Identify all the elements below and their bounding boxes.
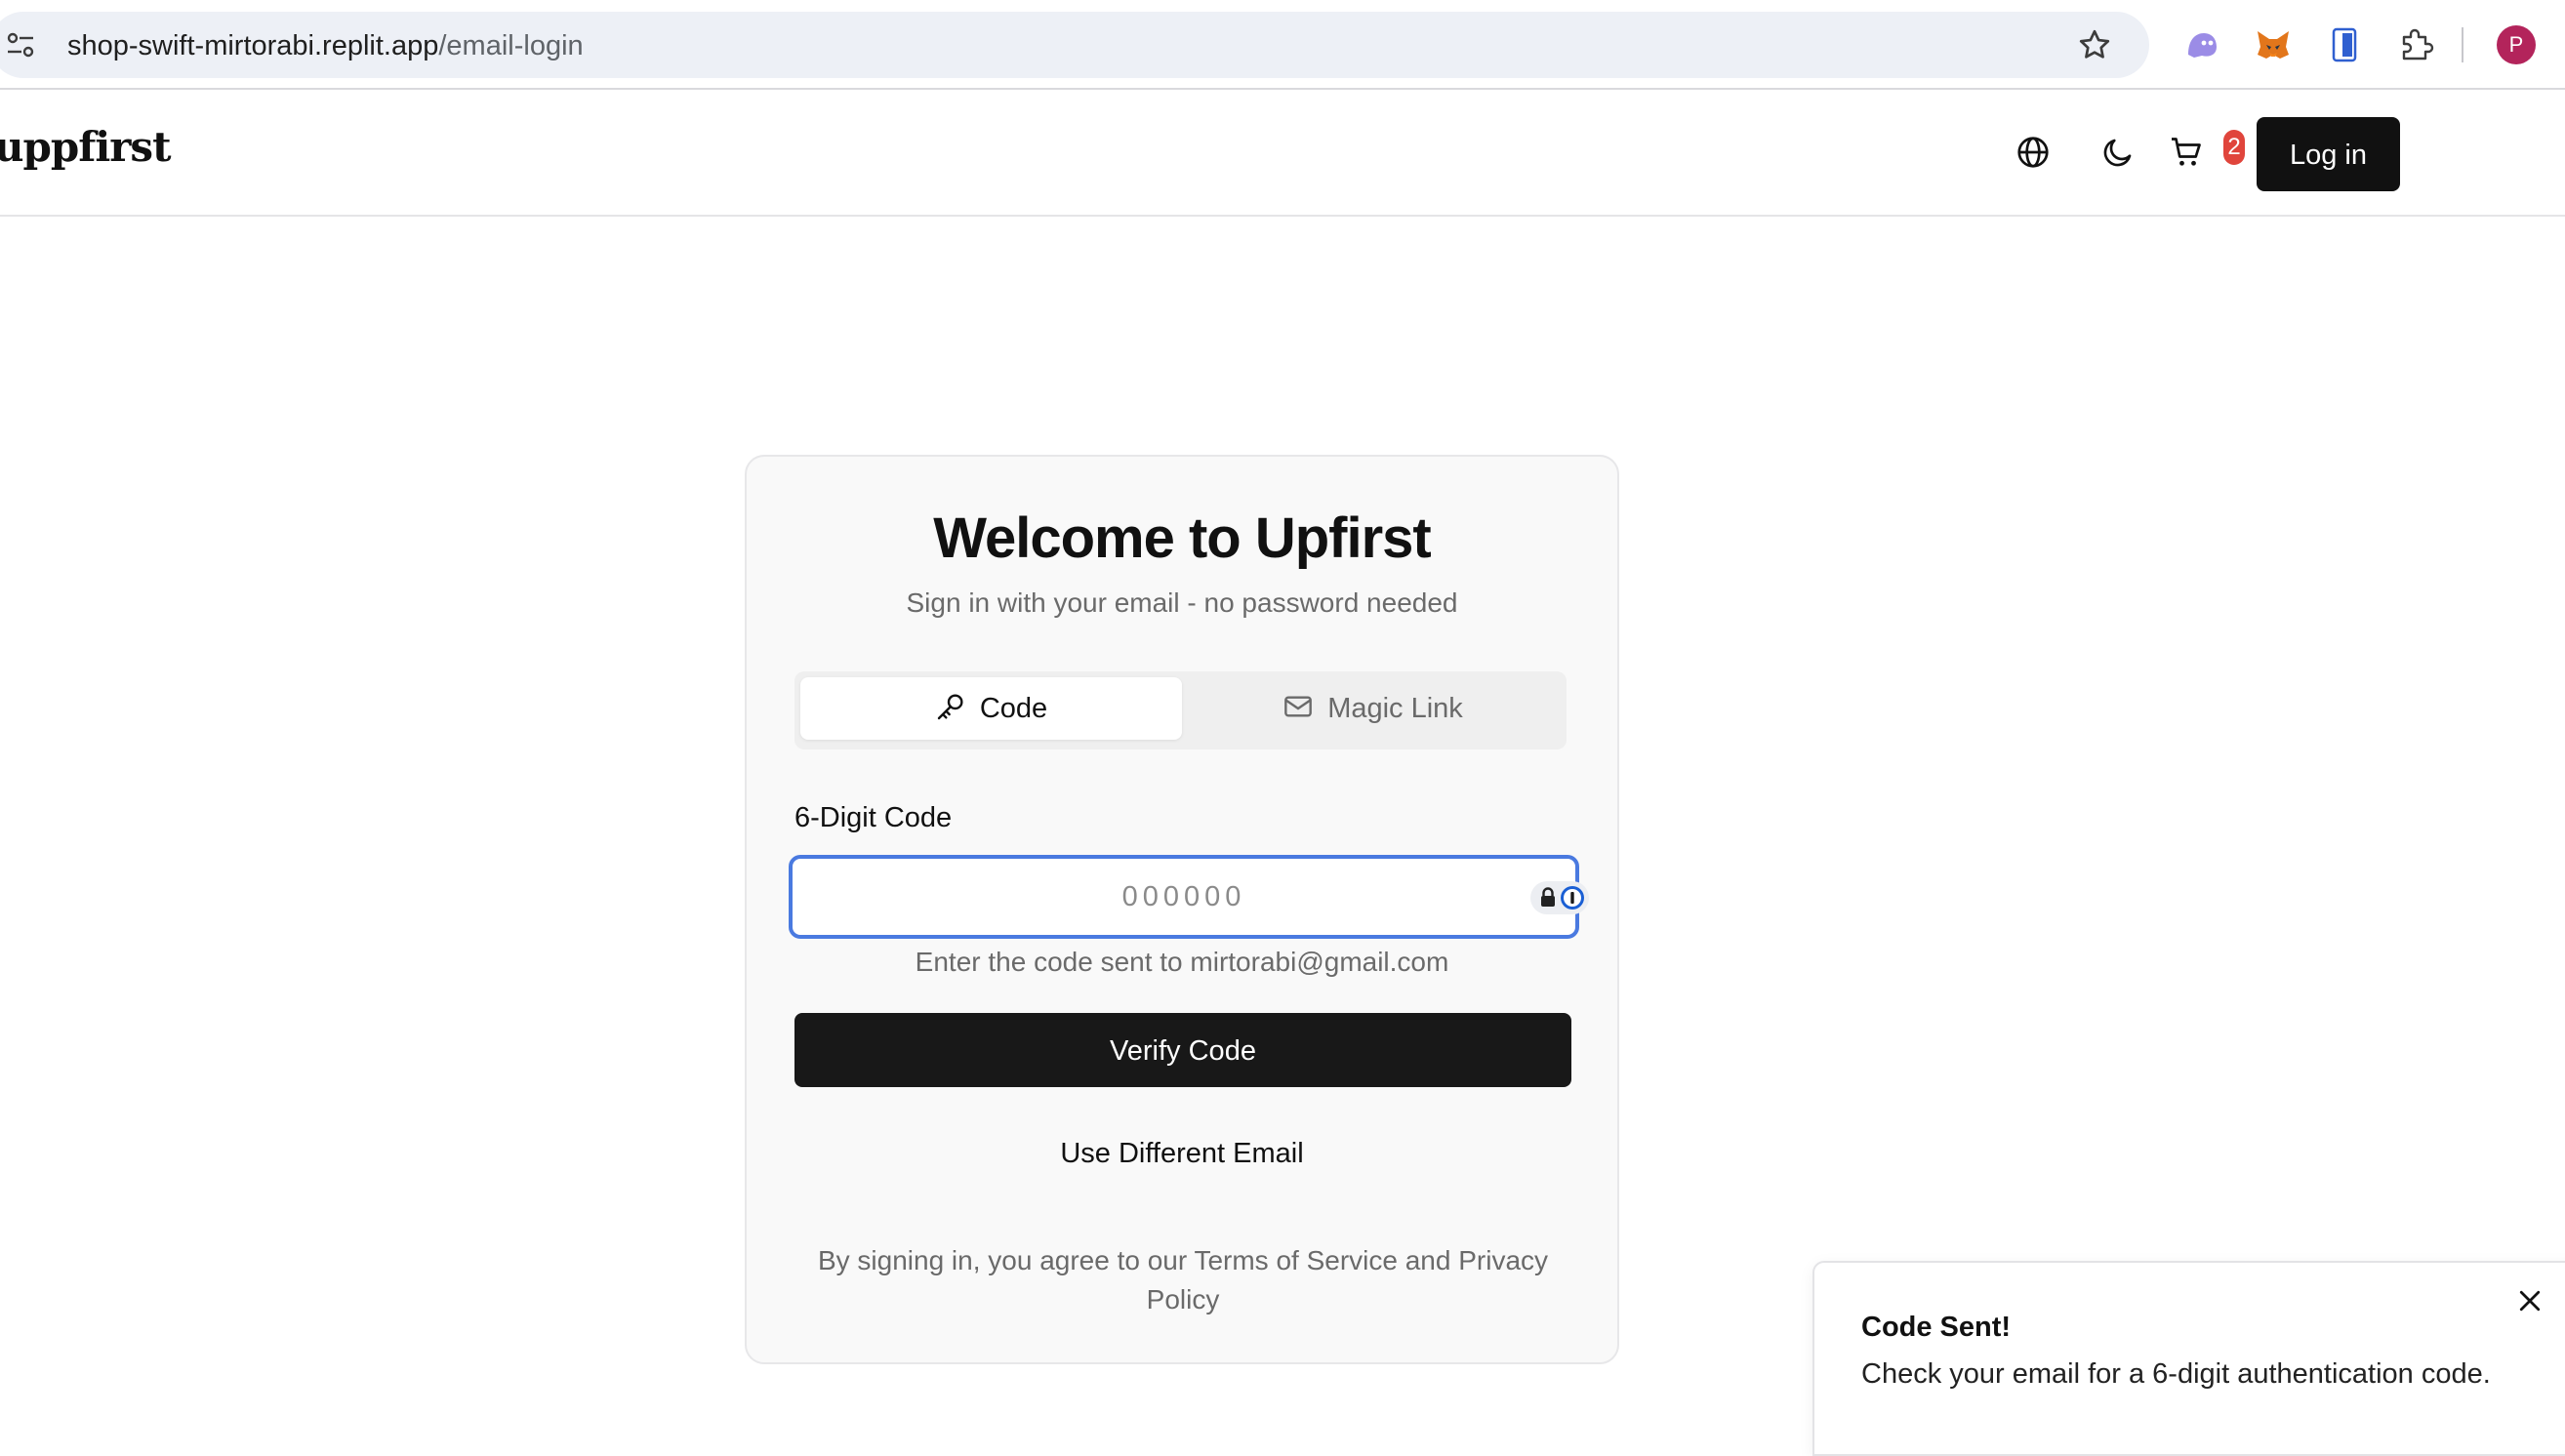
login-method-tabs: Code Magic Link [794,671,1567,749]
toast-title: Code Sent! [1861,1312,2012,1343]
password-manager-icon[interactable] [1529,880,1590,915]
tab-code[interactable]: Code [800,677,1182,740]
code-input-container [789,855,1589,939]
terms-text: By signing in, you agree to our Terms of… [817,1245,1549,1314]
page-subtitle: Sign in with your email - no password ne… [906,587,1458,618]
verify-code-button[interactable]: Verify Code [794,1013,1571,1087]
site-logo[interactable]: uppfirst [0,123,171,171]
dark-mode-moon-icon[interactable] [2100,135,2136,170]
address-bar[interactable]: shop-swift-mirtorabi.replit.app/email-lo… [0,12,2149,78]
page-title: Welcome to Upfirst [933,506,1431,570]
cart-icon[interactable] [2169,135,2204,170]
key-icon [937,694,963,720]
metamask-fox-icon[interactable] [2254,25,2293,64]
url-text[interactable]: shop-swift-mirtorabi.replit.app/email-lo… [67,29,584,62]
device-extension-icon[interactable] [2325,25,2364,64]
url-host: shop-swift-mirtorabi.replit.app [67,30,439,61]
toolbar-divider [2462,27,2463,62]
code-hint-text: Enter the code sent to mirtorabi@gmail.c… [915,947,1449,977]
code-sent-toast: Code Sent! Check your email for a 6-digi… [1812,1261,2565,1456]
cart-count-badge: 2 [2223,130,2245,165]
close-icon[interactable] [2515,1286,2545,1315]
browser-toolbar: shop-swift-mirtorabi.replit.app/email-lo… [0,0,2565,90]
url-path: /email-login [438,30,584,61]
tab-magic-link-label: Magic Link [1327,693,1463,724]
toast-message: Check your email for a 6-digit authentic… [1861,1358,2491,1390]
code-field-label: 6-Digit Code [794,802,953,833]
globe-icon[interactable] [2015,135,2051,170]
tab-code-label: Code [979,693,1048,724]
site-header: uppfirst 2 Log in [0,92,2565,217]
mail-icon [1284,696,1313,717]
login-card: Welcome to Upfirst Sign in with your ema… [745,455,1619,1364]
bookmark-star-icon[interactable] [2077,27,2112,62]
extensions-puzzle-icon[interactable] [2396,25,2435,64]
code-input[interactable] [793,859,1575,935]
site-settings-icon[interactable] [6,31,35,59]
use-different-email-link[interactable]: Use Different Email [747,1138,1617,1170]
login-button[interactable]: Log in [2257,117,2400,191]
profile-avatar[interactable]: P [2497,25,2536,64]
tab-magic-link[interactable]: Magic Link [1182,677,1564,740]
ghost-extension-icon[interactable] [2182,25,2221,64]
